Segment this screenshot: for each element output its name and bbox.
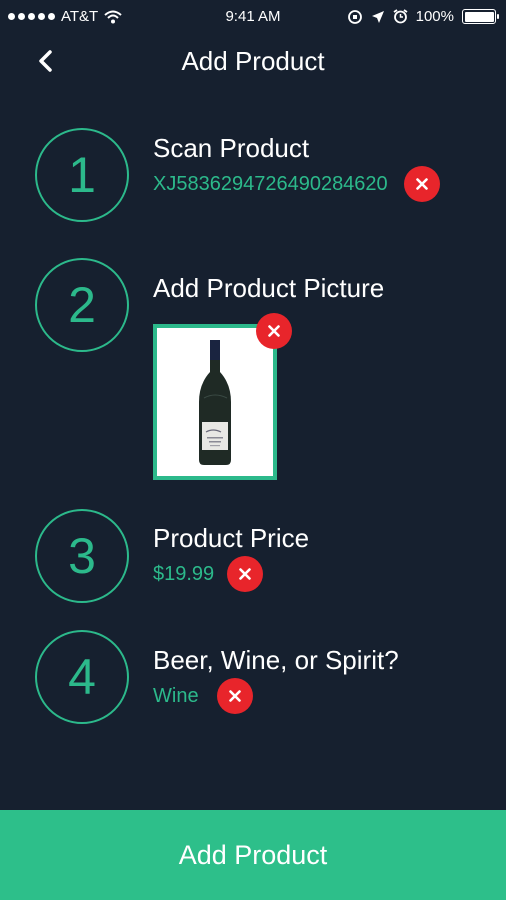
remove-barcode-button[interactable]	[404, 166, 440, 202]
barcode-value: XJ5836294726490284620	[153, 173, 388, 195]
product-photo[interactable]	[153, 324, 277, 480]
wine-bottle-image	[199, 340, 231, 465]
step-title-product-price: Product Price	[153, 523, 310, 553]
step-title-scan-product: Scan Product	[153, 133, 310, 163]
step-number-4: 4	[35, 630, 129, 724]
nav-bar: Add Product	[0, 34, 506, 90]
step-number-1: 1	[35, 128, 129, 222]
remove-price-button[interactable]	[227, 556, 263, 592]
beverage-type-value: Wine	[153, 685, 199, 707]
step-title-add-picture: Add Product Picture	[153, 273, 385, 303]
add-product-button[interactable]: Add Product	[0, 810, 506, 900]
alarm-icon	[393, 9, 408, 24]
rotation-lock-icon	[347, 9, 362, 24]
close-icon	[416, 178, 428, 190]
remove-photo-button[interactable]	[256, 313, 292, 349]
step-number-2: 2	[35, 258, 129, 352]
battery-icon	[462, 9, 499, 24]
page-title: Add Product	[181, 46, 325, 76]
status-right: 100%	[347, 8, 499, 25]
step-number-3: 3	[35, 509, 129, 603]
step-title-beverage-type: Beer, Wine, or Spirit?	[153, 645, 399, 675]
battery-percent: 100%	[415, 8, 454, 25]
remove-beverage-type-button[interactable]	[217, 678, 253, 714]
location-icon	[371, 10, 384, 23]
price-value: $19.99	[153, 563, 215, 585]
close-icon	[268, 325, 280, 337]
status-bar: AT&T 9:41 AM 100%	[0, 0, 506, 34]
close-icon	[239, 568, 251, 580]
close-icon	[229, 690, 241, 702]
